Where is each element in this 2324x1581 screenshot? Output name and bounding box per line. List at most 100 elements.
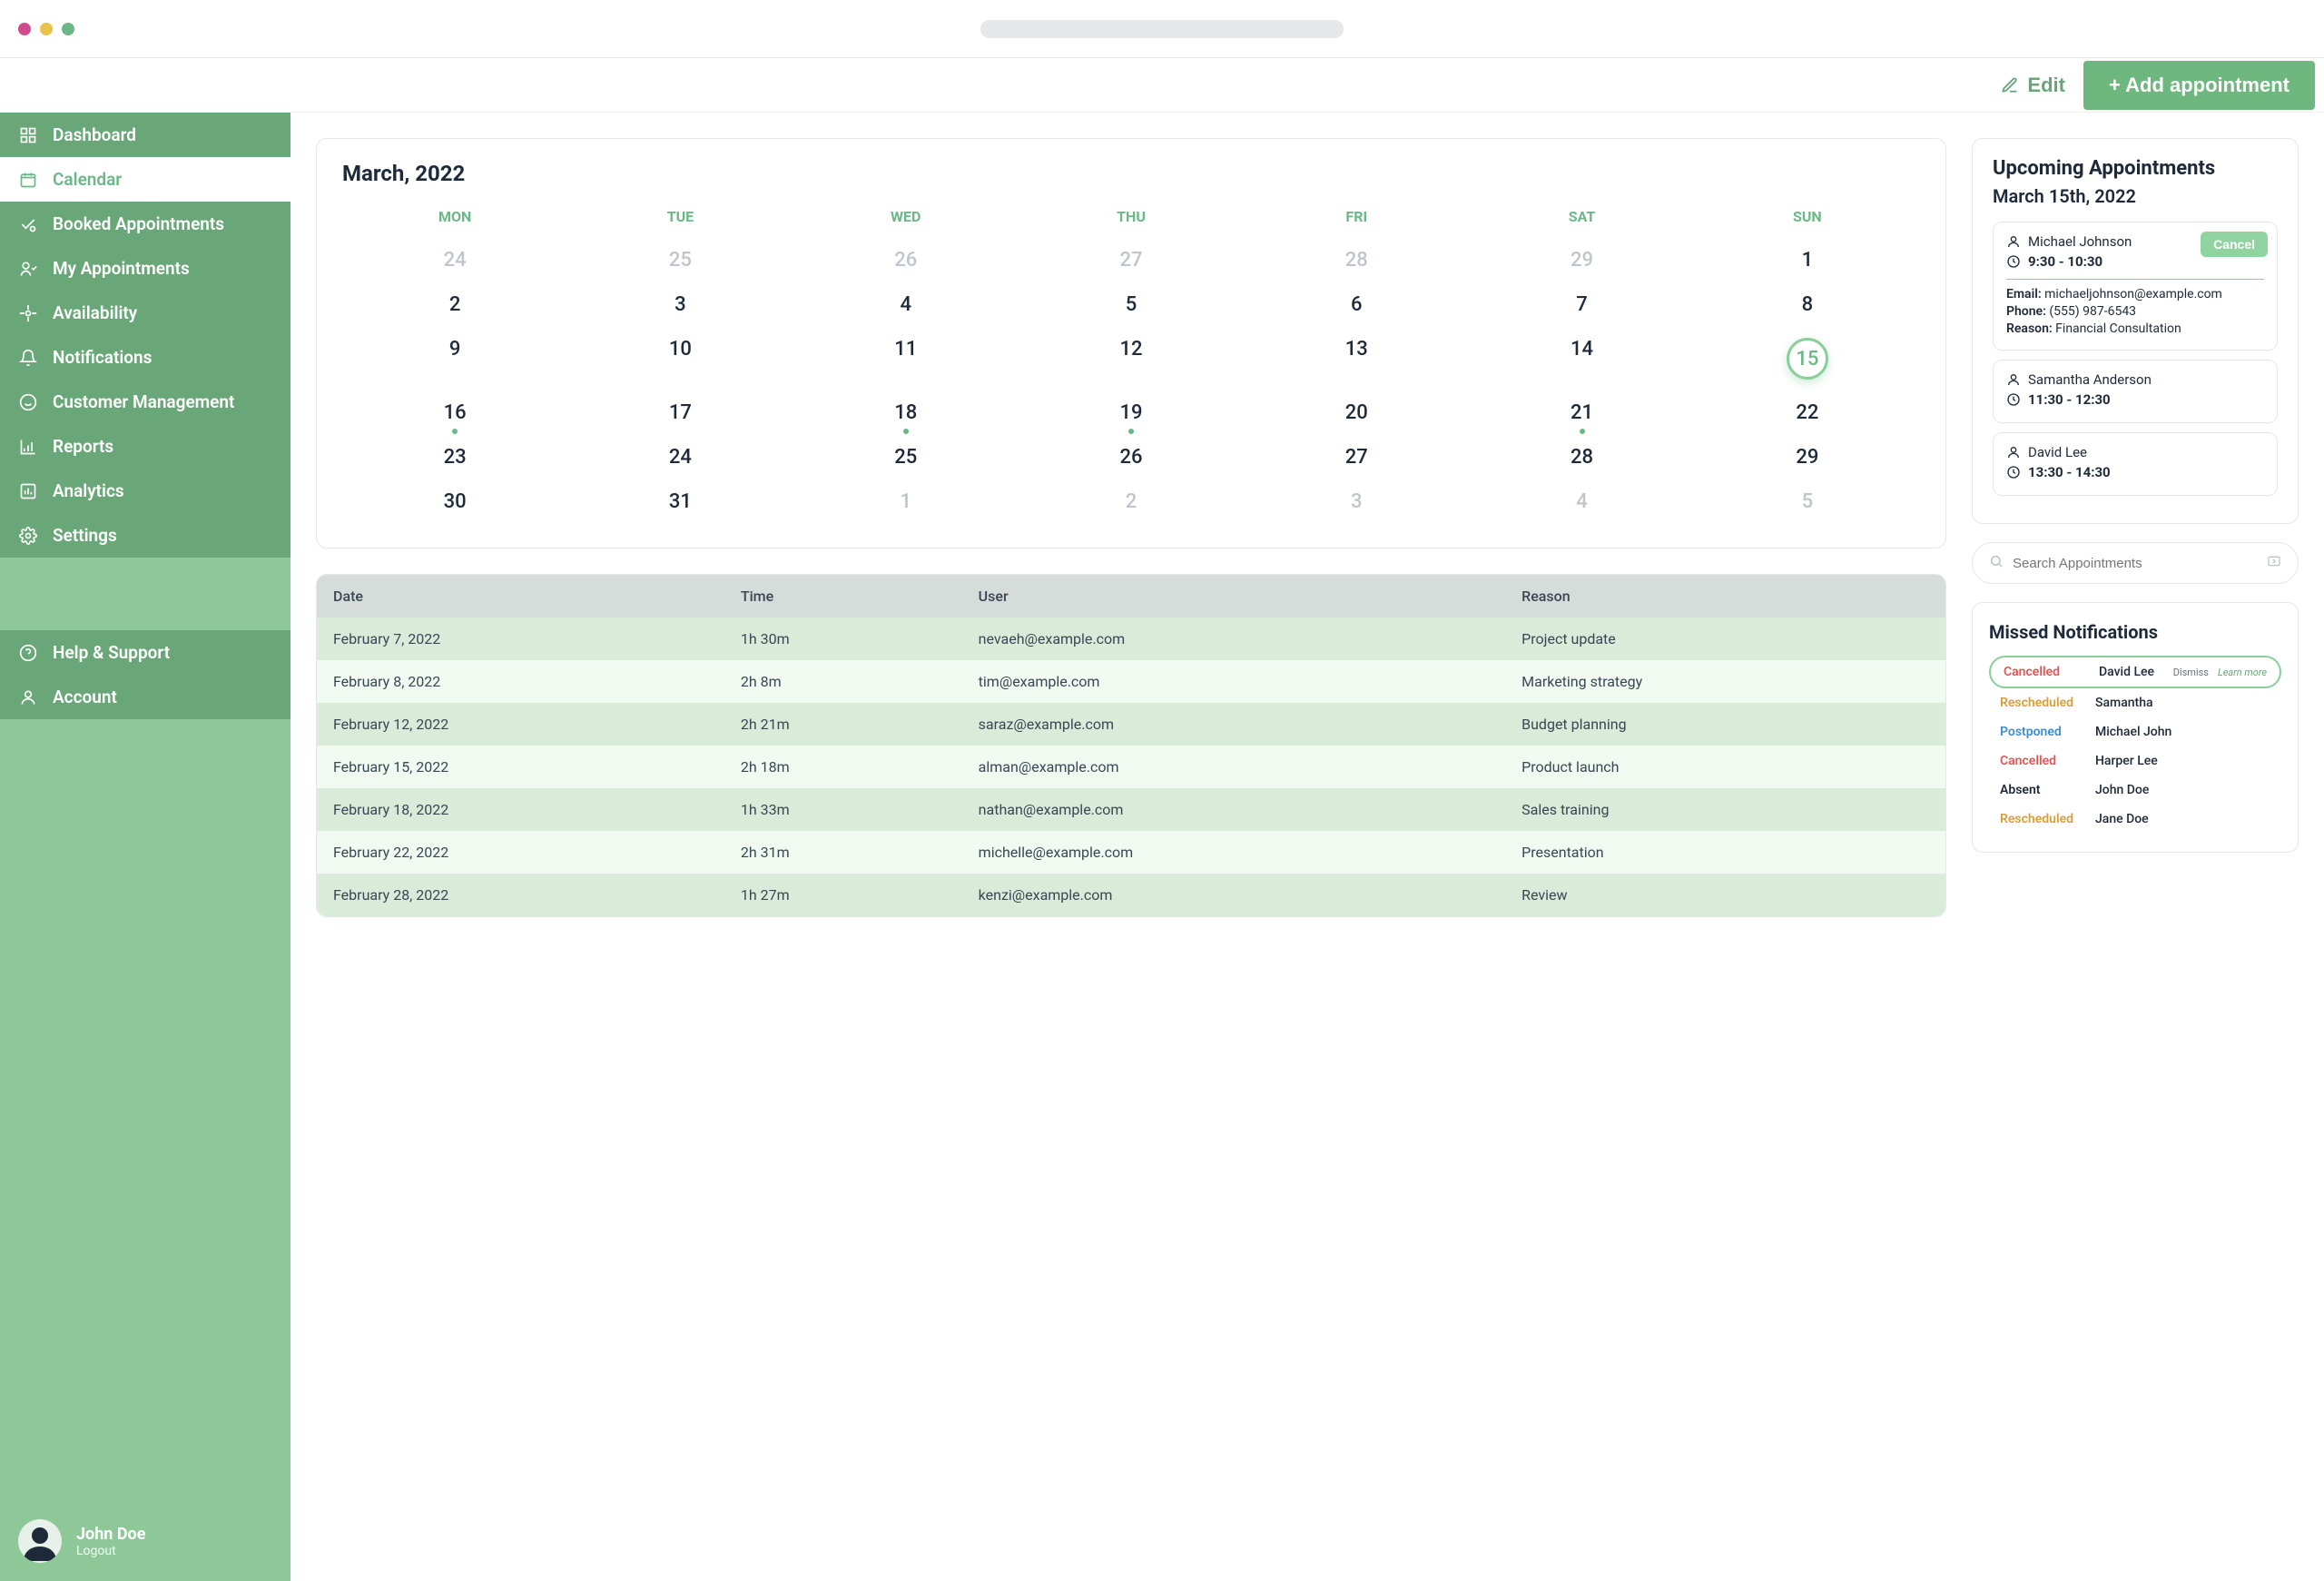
calendar-day[interactable]: 26 xyxy=(1019,437,1244,481)
calendar-day[interactable]: 24 xyxy=(342,240,567,284)
sidebar-item-analytics[interactable]: Analytics xyxy=(0,469,290,513)
calendar-day[interactable]: 6 xyxy=(1244,284,1469,329)
calendar-day[interactable]: 22 xyxy=(1695,392,1920,437)
calendar-day[interactable]: 13 xyxy=(1244,329,1469,392)
sidebar-item-booked-appointments[interactable]: Booked Appointments xyxy=(0,202,290,246)
table-cell: February 8, 2022 xyxy=(333,673,741,690)
calendar-day[interactable]: 4 xyxy=(1469,481,1694,526)
calendar-day[interactable]: 19 xyxy=(1019,392,1244,437)
calendar-day[interactable]: 2 xyxy=(342,284,567,329)
calendar-day[interactable]: 5 xyxy=(1019,284,1244,329)
avatar[interactable] xyxy=(18,1519,62,1563)
table-row[interactable]: February 18, 20221h 33mnathan@example.co… xyxy=(317,788,1945,831)
maximize-dot-icon[interactable] xyxy=(62,23,74,35)
appointment-item[interactable]: Michael Johnson9:30 - 10:30CancelEmail: … xyxy=(1993,222,2278,351)
calendar-day[interactable]: 3 xyxy=(1244,481,1469,526)
minimize-dot-icon[interactable] xyxy=(40,23,53,35)
table-row[interactable]: February 8, 20222h 8mtim@example.comMark… xyxy=(317,660,1945,703)
calendar-day[interactable]: 30 xyxy=(342,481,567,526)
calendar-day[interactable]: 27 xyxy=(1019,240,1244,284)
calendar-day[interactable]: 29 xyxy=(1469,240,1694,284)
calendar-day[interactable]: 4 xyxy=(793,284,1019,329)
calendar-card: March, 2022 MONTUEWEDTHUFRISATSUN2425262… xyxy=(316,138,1946,548)
edit-icon xyxy=(2000,75,2020,95)
calendar-day[interactable]: 25 xyxy=(793,437,1019,481)
calendar-day[interactable]: 28 xyxy=(1469,437,1694,481)
sidebar-item-help-support[interactable]: Help & Support xyxy=(0,630,290,675)
calendar-day[interactable]: 15 xyxy=(1695,329,1920,392)
notification-row[interactable]: PostponedMichael John xyxy=(1989,717,2281,746)
calendar-day[interactable]: 25 xyxy=(567,240,793,284)
calendar-day[interactable]: 3 xyxy=(567,284,793,329)
add-appointment-button[interactable]: + Add appointment xyxy=(2083,61,2315,110)
enter-icon[interactable] xyxy=(2267,554,2281,572)
calendar-day[interactable]: 18 xyxy=(793,392,1019,437)
close-dot-icon[interactable] xyxy=(18,23,31,35)
sidebar-item-dashboard[interactable]: Dashboard xyxy=(0,113,290,157)
calendar-day[interactable]: 8 xyxy=(1695,284,1920,329)
table-cell: michelle@example.com xyxy=(979,844,1521,861)
calendar-day[interactable]: 24 xyxy=(567,437,793,481)
sidebar-item-settings[interactable]: Settings xyxy=(0,513,290,558)
calendar-day[interactable]: 21 xyxy=(1469,392,1694,437)
calendar-day[interactable]: 14 xyxy=(1469,329,1694,392)
sidebar-item-my-appointments[interactable]: My Appointments xyxy=(0,246,290,291)
table-cell: Presentation xyxy=(1521,844,1929,861)
sidebar-item-customer-management[interactable]: Customer Management xyxy=(0,380,290,424)
calendar-day[interactable]: 12 xyxy=(1019,329,1244,392)
search-box[interactable] xyxy=(1972,542,2299,584)
sidebar-item-account[interactable]: Account xyxy=(0,675,290,719)
table-row[interactable]: February 7, 20221h 30mnevaeh@example.com… xyxy=(317,618,1945,660)
table-cell: 2h 21m xyxy=(741,716,979,733)
sidebar-item-reports[interactable]: Reports xyxy=(0,424,290,469)
notification-row[interactable]: AbsentJohn Doe xyxy=(1989,776,2281,805)
search-input[interactable] xyxy=(2013,556,2258,571)
appointments-table: DateTimeUserReason February 7, 20221h 30… xyxy=(316,574,1946,917)
calendar-day[interactable]: 5 xyxy=(1695,481,1920,526)
nav-icon xyxy=(18,687,38,707)
calendar-day[interactable]: 29 xyxy=(1695,437,1920,481)
calendar-day[interactable]: 23 xyxy=(342,437,567,481)
calendar-day[interactable]: 9 xyxy=(342,329,567,392)
logout-link[interactable]: Logout xyxy=(76,1544,145,1558)
appt-name: Samantha Anderson xyxy=(2006,371,2264,388)
table-cell: February 12, 2022 xyxy=(333,716,741,733)
table-row[interactable]: February 15, 20222h 18malman@example.com… xyxy=(317,746,1945,788)
calendar-day[interactable]: 1 xyxy=(793,481,1019,526)
calendar-day[interactable]: 16 xyxy=(342,392,567,437)
table-cell: 1h 30m xyxy=(741,630,979,647)
appointment-item[interactable]: Samantha Anderson11:30 - 12:30 xyxy=(1993,360,2278,423)
notification-row[interactable]: RescheduledSamantha xyxy=(1989,688,2281,717)
calendar-day[interactable]: 27 xyxy=(1244,437,1469,481)
calendar-day[interactable]: 7 xyxy=(1469,284,1694,329)
sidebar-item-availability[interactable]: Availability xyxy=(0,291,290,335)
table-header-cell: User xyxy=(979,588,1521,605)
calendar-day[interactable]: 10 xyxy=(567,329,793,392)
calendar-day[interactable]: 20 xyxy=(1244,392,1469,437)
sidebar-item-notifications[interactable]: Notifications xyxy=(0,335,290,380)
calendar-day[interactable]: 2 xyxy=(1019,481,1244,526)
notification-row[interactable]: CancelledDavid LeeDismissLearn more xyxy=(1989,656,2281,688)
table-row[interactable]: February 28, 20221h 27mkenzi@example.com… xyxy=(317,874,1945,916)
nav-label: Analytics xyxy=(53,480,124,501)
dismiss-link[interactable]: Dismiss xyxy=(2173,667,2209,678)
sidebar-item-calendar[interactable]: Calendar xyxy=(0,157,290,202)
table-cell: February 7, 2022 xyxy=(333,630,741,647)
calendar-day[interactable]: 11 xyxy=(793,329,1019,392)
calendar-day[interactable]: 28 xyxy=(1244,240,1469,284)
calendar-day[interactable]: 17 xyxy=(567,392,793,437)
calendar-day[interactable]: 1 xyxy=(1695,240,1920,284)
notification-row[interactable]: RescheduledJane Doe xyxy=(1989,805,2281,834)
upcoming-card: Upcoming Appointments March 15th, 2022 M… xyxy=(1972,138,2299,524)
calendar-day[interactable]: 31 xyxy=(567,481,793,526)
table-row[interactable]: February 22, 20222h 31mmichelle@example.… xyxy=(317,831,1945,874)
cancel-button[interactable]: Cancel xyxy=(2201,232,2268,257)
appt-time: 13:30 - 14:30 xyxy=(2006,464,2264,480)
notification-row[interactable]: CancelledHarper Lee xyxy=(1989,746,2281,776)
edit-button[interactable]: Edit xyxy=(1982,64,2083,106)
calendar-day[interactable]: 26 xyxy=(793,240,1019,284)
table-row[interactable]: February 12, 20222h 21msaraz@example.com… xyxy=(317,703,1945,746)
appointment-item[interactable]: David Lee13:30 - 14:30 xyxy=(1993,432,2278,496)
table-cell: February 22, 2022 xyxy=(333,844,741,861)
learn-more-link[interactable]: Learn more xyxy=(2218,667,2267,678)
